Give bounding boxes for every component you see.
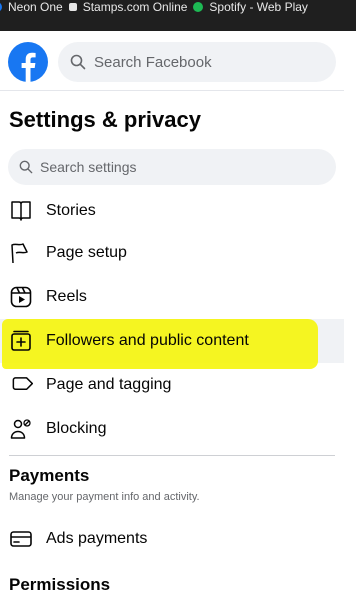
settings-search-input[interactable] — [40, 159, 320, 175]
bookmark-neon-one[interactable]: Neon One — [0, 0, 63, 14]
settings-item-followers-content[interactable]: Followers and public content — [0, 319, 344, 363]
flag-icon — [9, 241, 33, 265]
scrollbar[interactable] — [344, 90, 356, 589]
page-title: Settings & privacy — [9, 107, 201, 132]
bookmark-spotify[interactable]: Spotify - Web Play — [193, 0, 308, 14]
payments-section-title: Payments — [9, 466, 90, 485]
facebook-search-bar[interactable] — [58, 42, 336, 82]
bookmark-stamps[interactable]: Stamps.com Online — [68, 0, 187, 14]
neon-one-icon — [0, 1, 2, 12]
spotify-icon — [193, 1, 204, 12]
search-icon — [19, 160, 33, 174]
followers-box-icon — [9, 329, 33, 353]
tag-icon — [9, 373, 33, 397]
settings-item-page-tagging[interactable]: Page and tagging — [0, 363, 344, 407]
settings-search-bar[interactable] — [8, 149, 336, 185]
bookmarks-bar: Neon One Stamps.com Online Spotify - Web… — [0, 0, 356, 31]
facebook-header — [0, 31, 356, 90]
settings-item-page-setup[interactable]: Page setup — [0, 231, 344, 275]
settings-item-reels[interactable]: Reels — [0, 275, 344, 319]
settings-item-blocking[interactable]: Blocking — [0, 407, 344, 451]
section-divider — [9, 455, 335, 456]
settings-item-ads-payments[interactable]: Ads payments — [0, 517, 344, 561]
permissions-section-title: Permissions — [9, 575, 111, 594]
blocking-icon — [9, 417, 33, 441]
book-icon — [9, 199, 33, 223]
credit-card-icon — [9, 527, 33, 551]
search-icon — [70, 54, 86, 70]
stamps-icon — [68, 2, 77, 11]
settings-panel: Settings & privacy Stories Page setup — [0, 90, 344, 594]
facebook-logo-icon[interactable] — [8, 42, 48, 82]
payments-section-subtitle: Manage your payment info and activity. — [9, 491, 200, 503]
reels-icon — [9, 285, 33, 309]
settings-item-stories[interactable]: Stories — [0, 189, 344, 233]
facebook-search-input[interactable] — [94, 53, 314, 71]
